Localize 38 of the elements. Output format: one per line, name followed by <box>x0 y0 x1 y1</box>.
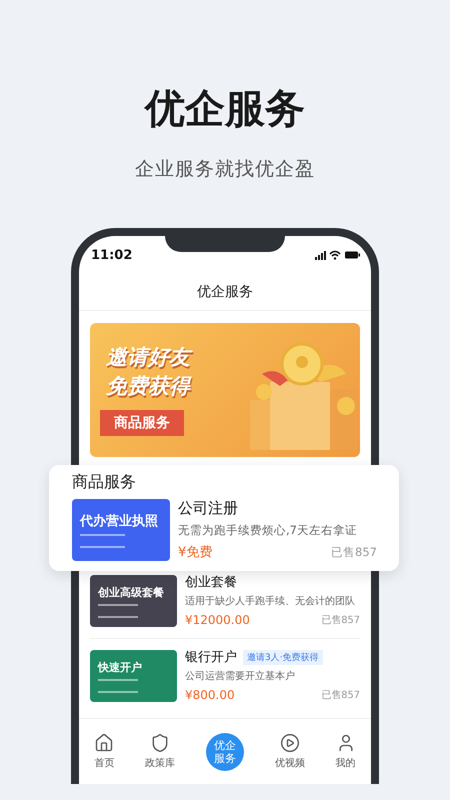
banner-ribbon: 商品服务 <box>100 410 184 436</box>
nav-tab[interactable]: 我的 <box>336 733 356 770</box>
hero-title: 优企服务 <box>145 85 305 134</box>
product-name: 银行开户 <box>185 650 237 666</box>
sold-count: 已售857 <box>321 688 360 702</box>
nav-tab[interactable]: 首页 <box>94 733 114 770</box>
status-time: 11:02 <box>91 248 132 262</box>
product-description: 公司运营需要开立基本户 <box>185 670 296 684</box>
nav-icon <box>280 733 300 753</box>
image-title: 快速开户 <box>98 660 143 674</box>
product-price: ¥免费 <box>178 544 212 561</box>
nav-icon <box>94 733 114 753</box>
product-description: 适用于缺少人手跑手续、无会计的团队 <box>185 595 356 608</box>
promo-banner[interactable]: 邀请好友 免费获得 商品服务 <box>90 323 360 457</box>
product-description: 无需为跑手续费烦心,7天左右拿证 <box>178 522 358 538</box>
image-lines-drawing <box>98 678 138 692</box>
nav-icon <box>150 733 170 753</box>
promo-badge: 邀请3人·免费获得 <box>243 650 323 666</box>
image-title: 创业高级套餐 <box>98 584 165 600</box>
banner-headline: 免费获得 <box>106 373 190 400</box>
section-title: 商品服务 <box>72 471 137 493</box>
product-row[interactable]: 创业高级套餐 创业套餐 适用于缺少人手跑手续、无会计的团队 ¥12000.00 已售857 <box>90 575 360 627</box>
product-price: ¥800.00 <box>185 688 235 702</box>
nav-tab[interactable]: 政策库 <box>145 733 176 770</box>
product-name: 创业套餐 <box>185 575 237 591</box>
product-price: ¥12000.00 <box>185 613 250 627</box>
image-lines-drawing <box>98 604 138 618</box>
hero-subtitle: 企业服务就找优企盈 <box>135 157 315 182</box>
nav-tab[interactable]: 优视频 <box>274 733 305 770</box>
page-title: 优企服务 <box>197 283 253 301</box>
product-row[interactable]: 代办营业执照 公司注册 无需为跑手续费烦心,7天左右拿证 ¥免费 已售857 <box>72 499 377 561</box>
sold-count: 已售857 <box>321 614 360 626</box>
product-row[interactable]: 快速开户 银行开户 邀请3人·免费获得 公司运营需要开立基本户 ¥800.00 已售857 <box>90 650 360 702</box>
image-title: 代办营业执照 <box>80 513 159 530</box>
status-icons <box>315 250 361 260</box>
sold-count: 已售857 <box>331 544 377 560</box>
product-name: 公司注册 <box>178 499 238 517</box>
image-lines-drawing <box>80 534 125 548</box>
